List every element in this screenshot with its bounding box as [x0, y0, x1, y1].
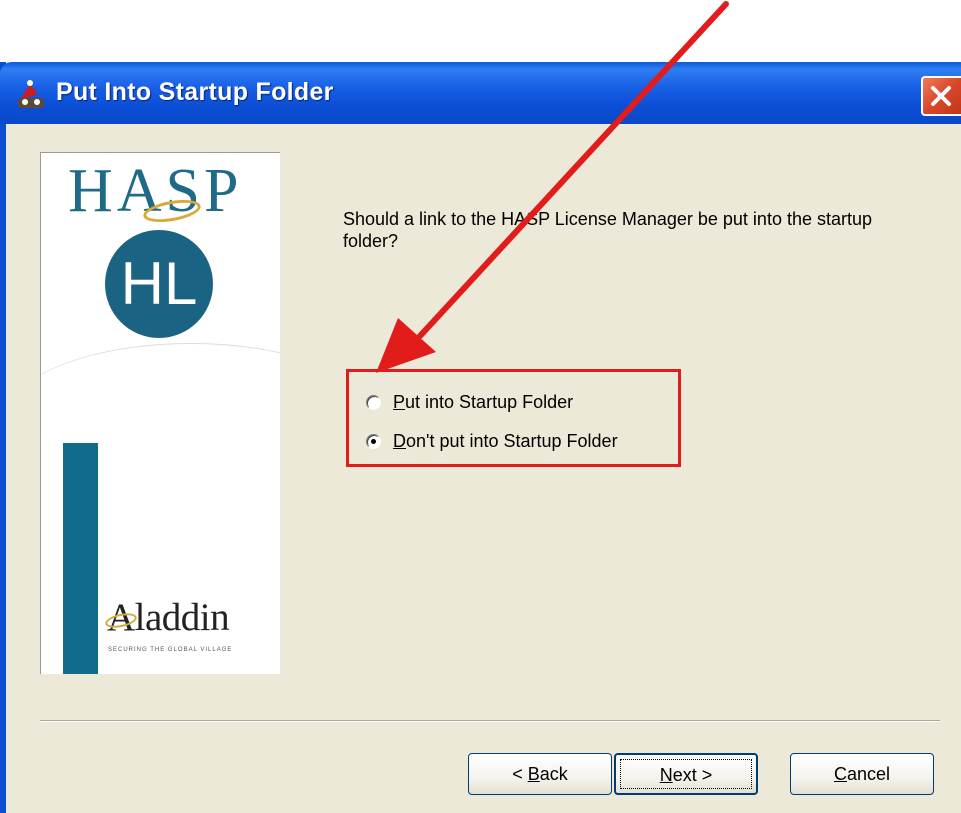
- aladdin-tagline: SECURING THE GLOBAL VILLAGE: [108, 647, 233, 653]
- title-bar[interactable]: Put Into Startup Folder: [0, 62, 961, 124]
- close-button[interactable]: [921, 76, 961, 116]
- radio-put-into-startup[interactable]: Put into Startup Folder: [366, 390, 573, 414]
- back-button[interactable]: < Back: [468, 753, 612, 795]
- decorative-teal-bar: [63, 443, 98, 674]
- question-text: Should a link to the HASP License Manage…: [343, 209, 873, 251]
- window-left-border: [0, 62, 6, 813]
- radio-button-checked[interactable]: [366, 433, 381, 449]
- radio-button-unchecked[interactable]: [366, 394, 381, 410]
- radio-label-dont-put-into-startup: Don't put into Startup Folder: [393, 430, 618, 451]
- footer-separator: [40, 720, 940, 722]
- logo-panel: HASP HL Aladdin SECURING THE GLOBAL VILL…: [40, 152, 280, 674]
- close-icon: [931, 86, 951, 106]
- window-title: Put Into Startup Folder: [56, 78, 334, 106]
- focus-rectangle: [620, 759, 752, 789]
- installer-app-icon: [14, 78, 48, 110]
- next-button[interactable]: Next >: [614, 753, 758, 795]
- radio-label-put-into-startup: Put into Startup Folder: [393, 391, 574, 412]
- radio-dont-put-into-startup[interactable]: Don't put into Startup Folder: [366, 429, 618, 453]
- hl-logo-badge: HL: [105, 230, 213, 338]
- cancel-button[interactable]: Cancel: [790, 753, 934, 795]
